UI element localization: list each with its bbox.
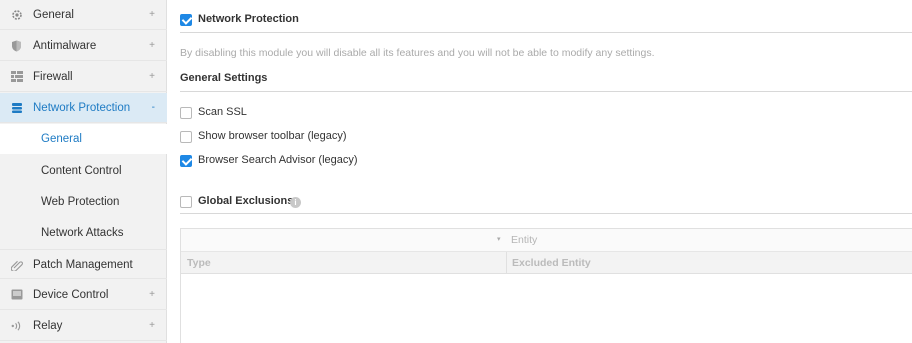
browser-search-advisor-checkbox[interactable] xyxy=(180,155,192,167)
global-exclusions-checkbox[interactable] xyxy=(180,196,192,208)
device-icon xyxy=(10,288,23,301)
network-protection-checkbox[interactable] xyxy=(180,14,192,26)
firewall-icon xyxy=(10,70,23,83)
module-title: Network Protection xyxy=(198,13,299,25)
sidebar: General + Antimalware + Firewall + Netwo… xyxy=(0,0,167,343)
sidebar-item-patch-management[interactable]: Patch Management xyxy=(0,249,167,279)
shield-icon xyxy=(10,39,23,52)
sidebar-item-network-protection[interactable]: Network Protection - xyxy=(0,93,167,123)
entity-filter-select[interactable]: Entity xyxy=(511,229,537,252)
expand-icon[interactable]: + xyxy=(149,280,155,310)
sidebar-subitem-label: Network Attacks xyxy=(41,227,124,239)
browser-search-advisor-label: Browser Search Advisor (legacy) xyxy=(198,154,358,166)
sidebar-subitem-web-protection[interactable]: Web Protection xyxy=(0,187,167,217)
sidebar-item-label: Relay xyxy=(33,320,63,332)
column-divider xyxy=(506,252,507,274)
sidebar-item-label: Patch Management xyxy=(33,259,133,271)
column-header-excluded-entity[interactable]: Excluded Entity xyxy=(512,252,591,274)
relay-icon xyxy=(10,319,23,332)
sidebar-subitem-label: Web Protection xyxy=(41,196,120,208)
paperclip-icon xyxy=(10,258,23,271)
sidebar-item-general[interactable]: General + xyxy=(0,0,167,30)
sidebar-item-label: Antimalware xyxy=(33,40,97,52)
divider xyxy=(180,91,912,92)
divider xyxy=(180,32,912,33)
table-filter-row: ▾ Entity xyxy=(181,229,912,252)
sidebar-item-label: Firewall xyxy=(33,71,73,83)
info-icon[interactable]: i xyxy=(290,197,301,208)
scan-ssl-checkbox[interactable] xyxy=(180,107,192,119)
sidebar-item-label: Network Protection xyxy=(33,102,131,114)
expand-icon[interactable]: + xyxy=(149,311,155,341)
sidebar-item-relay[interactable]: Relay + xyxy=(0,311,167,341)
sidebar-item-label: General xyxy=(33,9,74,21)
table-header: Type Excluded Entity xyxy=(181,252,912,274)
sidebar-subitem-content-control[interactable]: Content Control xyxy=(0,156,167,186)
global-exclusions-label: Global Exclusions xyxy=(198,195,294,207)
sidebar-item-device-control[interactable]: Device Control + xyxy=(0,280,167,310)
expand-icon[interactable]: + xyxy=(149,0,155,30)
divider xyxy=(180,213,912,214)
sidebar-subitem-general[interactable]: General xyxy=(0,124,167,154)
collapse-icon[interactable]: - xyxy=(152,93,155,123)
disable-note: By disabling this module you will disabl… xyxy=(180,47,655,59)
sidebar-item-firewall[interactable]: Firewall + xyxy=(0,62,167,92)
gear-icon xyxy=(10,8,23,21)
network-protection-icon xyxy=(10,101,23,114)
sidebar-subitem-label: Content Control xyxy=(41,165,122,177)
exclusions-table: ▾ Entity Type Excluded Entity xyxy=(180,228,912,343)
sidebar-item-antimalware[interactable]: Antimalware + xyxy=(0,31,167,61)
general-settings-heading: General Settings xyxy=(180,72,268,84)
expand-icon[interactable]: + xyxy=(149,31,155,61)
scan-ssl-label: Scan SSL xyxy=(198,106,247,118)
show-browser-toolbar-label: Show browser toolbar (legacy) xyxy=(198,130,347,142)
column-header-type[interactable]: Type xyxy=(187,252,211,274)
sidebar-item-label: Device Control xyxy=(33,289,109,301)
chevron-down-icon[interactable]: ▾ xyxy=(497,235,501,243)
show-browser-toolbar-checkbox[interactable] xyxy=(180,131,192,143)
sidebar-subitem-label: General xyxy=(41,133,82,145)
sidebar-subitem-network-attacks[interactable]: Network Attacks xyxy=(0,218,167,248)
expand-icon[interactable]: + xyxy=(149,62,155,92)
